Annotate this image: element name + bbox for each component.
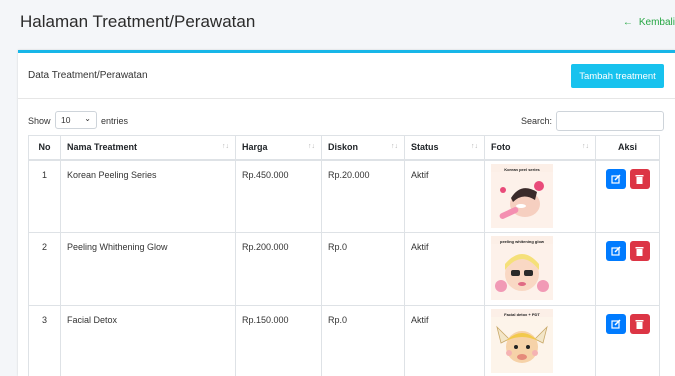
back-link-label: Kembali <box>638 17 675 28</box>
sort-icon: ↑↓ <box>308 143 315 150</box>
row-foto: peeling whitening glow <box>484 232 596 306</box>
column-header-diskon[interactable]: Diskon ↑↓ <box>321 135 405 161</box>
entries-label: entries <box>101 116 129 126</box>
table-header-row: No Nama Treatment ↑↓ Harga ↑↓ Diskon ↑↓ Sta… <box>28 135 660 161</box>
row-diskon: Rp.20.000 <box>321 159 405 233</box>
row-diskon: Rp.0 <box>321 305 405 376</box>
add-treatment-button[interactable]: Tambah treatment <box>571 64 664 88</box>
row-actions <box>595 232 660 306</box>
row-no: 3 <box>28 305 61 376</box>
edit-button[interactable] <box>605 241 626 261</box>
entries-length-value: 10 <box>61 115 71 125</box>
show-label: Show <box>28 116 51 126</box>
column-header-aksi[interactable]: Aksi <box>595 135 660 161</box>
row-diskon: Rp.0 <box>321 232 405 306</box>
column-header-foto[interactable]: Foto ↑↓ <box>484 135 596 161</box>
action-buttons <box>602 241 653 261</box>
sort-icon: ↑↓ <box>582 143 589 150</box>
delete-button[interactable] <box>629 314 650 334</box>
trash-icon <box>635 247 644 256</box>
row-harga: Rp.450.000 <box>235 159 322 233</box>
card-header: Data Treatment/Perawatan Tambah treatmen… <box>18 53 675 99</box>
row-foto: Korean peel series <box>484 159 596 233</box>
row-nama: Peeling Whithening Glow <box>60 232 236 306</box>
row-foto: Facial detox + PDT <box>484 305 596 376</box>
table-row: 2 Peeling Whithening Glow Rp.200.000 Rp.… <box>28 232 660 306</box>
column-header-status[interactable]: Status ↑↓ <box>404 135 485 161</box>
sort-icon: ↑↓ <box>391 143 398 150</box>
edit-icon <box>610 173 621 184</box>
treatment-photo: Korean peel series <box>491 163 553 228</box>
treatment-table: No Nama Treatment ↑↓ Harga ↑↓ Diskon ↑↓ Sta… <box>28 135 660 376</box>
edit-icon <box>610 246 621 256</box>
treatment-card: Data Treatment/Perawatan Tambah treatmen… <box>18 50 675 376</box>
column-header-no[interactable]: No <box>28 135 61 161</box>
trash-icon <box>635 174 644 184</box>
row-no: 2 <box>28 232 61 306</box>
row-status: Aktif <box>404 159 485 233</box>
sort-icon: ↑↓ <box>471 143 478 150</box>
table-row: 3 Facial Detox Rp.150.000 Rp.0 Aktif Fac… <box>28 305 660 376</box>
row-nama: Korean Peeling Series <box>60 159 236 233</box>
page-header: Halaman Treatment/Perawatan ← Kembali <box>0 0 675 44</box>
sort-icon: ↑↓ <box>222 143 229 150</box>
edit-button[interactable] <box>605 168 626 189</box>
table-controls: Show 10 ⌄ entries Search: <box>28 111 668 131</box>
trash-icon <box>635 320 644 329</box>
delete-button[interactable] <box>629 241 650 261</box>
action-buttons <box>602 314 653 334</box>
row-harga: Rp.200.000 <box>235 232 322 306</box>
column-header-harga[interactable]: Harga ↑↓ <box>235 135 322 161</box>
row-status: Aktif <box>404 305 485 376</box>
search-label: Search: <box>521 116 553 126</box>
delete-button[interactable] <box>629 168 650 189</box>
treatment-photo: peeling whitening glow <box>491 236 553 300</box>
page-title: Halaman Treatment/Perawatan <box>20 12 256 31</box>
chevron-down-icon: ⌄ <box>84 114 91 123</box>
table-row: 1 Korean Peeling Series Rp.450.000 Rp.20… <box>28 159 660 233</box>
row-no: 1 <box>28 159 61 233</box>
arrow-left-icon: ← <box>622 17 633 28</box>
card-title: Data Treatment/Perawatan <box>28 70 148 81</box>
row-harga: Rp.150.000 <box>235 305 322 376</box>
column-header-nama[interactable]: Nama Treatment ↑↓ <box>60 135 236 161</box>
row-actions <box>595 159 660 233</box>
entries-length-select[interactable]: 10 ⌄ <box>55 111 97 129</box>
edit-icon <box>610 319 621 329</box>
action-buttons <box>602 168 653 189</box>
treatment-photo: Facial detox + PDT <box>491 309 553 373</box>
edit-button[interactable] <box>605 314 626 334</box>
row-status: Aktif <box>404 232 485 306</box>
row-actions <box>595 305 660 376</box>
row-nama: Facial Detox <box>60 305 236 376</box>
search-input[interactable] <box>556 111 664 131</box>
back-link[interactable]: ← Kembali <box>623 17 675 28</box>
